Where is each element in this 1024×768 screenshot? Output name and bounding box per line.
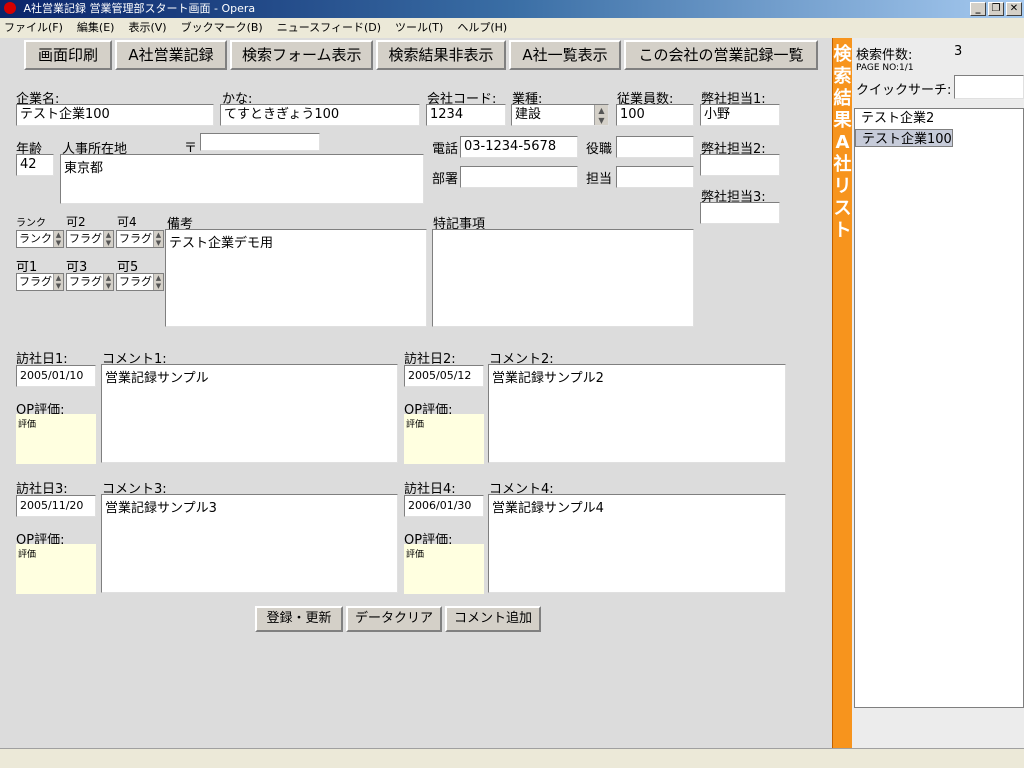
comment-2-field[interactable]: 営業記録サンプル2 xyxy=(488,364,786,463)
notes-field[interactable]: テスト企業デモ用 xyxy=(165,229,427,327)
result-item[interactable]: テスト企業100 xyxy=(855,129,953,147)
minimize-icon[interactable]: _ xyxy=(970,2,986,16)
visit-date-1-field[interactable]: 2005/01/10 xyxy=(16,365,96,387)
search-results-panel: 検索件数: 3 PAGE NO:1/1 クイックサーチ: テスト企業2 テスト企業… xyxy=(852,38,1024,748)
add-comment-button[interactable]: コメント追加 xyxy=(445,606,541,632)
visit-date-2-field[interactable]: 2005/05/12 xyxy=(404,365,484,387)
restore-icon[interactable]: ❐ xyxy=(988,2,1004,16)
result-count-value: 3 xyxy=(954,44,963,59)
page-number: PAGE NO:1/1 xyxy=(856,63,914,73)
special-notes-field[interactable] xyxy=(432,229,694,327)
contact-field[interactable] xyxy=(616,166,694,188)
visit-date-4-field[interactable]: 2006/01/30 xyxy=(404,495,484,517)
postal-code-field[interactable] xyxy=(200,133,320,151)
show-search-form-button[interactable]: 検索フォーム表示 xyxy=(230,40,373,70)
spinner-icon[interactable]: ▲ ▼ xyxy=(153,231,163,247)
menu-help[interactable]: ヘルプ(H) xyxy=(457,18,507,38)
vertical-results-title: 検索結果A社リスト xyxy=(833,44,852,241)
quick-search-input[interactable] xyxy=(954,75,1024,99)
dept-field[interactable] xyxy=(460,166,578,188)
menu-newsfeed[interactable]: ニュースフィード(D) xyxy=(277,18,381,38)
position-field[interactable] xyxy=(616,136,694,158)
comment-4-field[interactable]: 営業記録サンプル4 xyxy=(488,494,786,593)
save-update-button[interactable]: 登録・更新 xyxy=(255,606,343,632)
rep2-field[interactable] xyxy=(700,154,780,176)
window-title-bar: A社営業記録 営業管理部スタート画面 - Opera _ ❐ ✕ xyxy=(0,0,1024,18)
company-list-button[interactable]: A社一覧表示 xyxy=(509,40,621,70)
window-controls: _ ❐ ✕ xyxy=(970,2,1022,16)
rep1-field[interactable]: 小野 xyxy=(700,104,780,126)
ka2-select[interactable]: フラグ ▲ ▼ xyxy=(66,230,114,248)
rep3-field[interactable] xyxy=(700,202,780,224)
results-list: テスト企業2テスト企業100テスト企業1 xyxy=(854,108,1024,708)
age-field[interactable]: 42 xyxy=(16,154,54,176)
spinner-icon[interactable]: ▲ ▼ xyxy=(103,231,113,247)
ka4-select[interactable]: フラグ ▲ ▼ xyxy=(116,230,164,248)
records-button[interactable]: A社営業記録 xyxy=(115,40,227,70)
rank-select[interactable]: ランク ▲ ▼ xyxy=(16,230,64,248)
nav-toolbar: 画面印刷 A社営業記録 検索フォーム表示 検索結果非表示 A社一覧表示 この会社… xyxy=(24,40,821,70)
spinner-icon[interactable]: ▲ ▼ xyxy=(103,274,113,290)
kana-field[interactable]: てすときぎょう100 xyxy=(220,104,420,126)
industry-value: 建設 xyxy=(515,107,542,122)
results-toggle-bar[interactable]: 検索結果A社リスト xyxy=(832,38,852,748)
position-label: 役職 xyxy=(586,142,613,157)
ka1-select[interactable]: フラグ ▲ ▼ xyxy=(16,273,64,291)
result-item[interactable]: テスト企業2 xyxy=(855,109,1023,129)
menu-bar: ファイル(F) 編集(E) 表示(V) ブックマーク(B) ニュースフィード(D… xyxy=(0,18,1024,38)
menu-edit[interactable]: 編集(E) xyxy=(77,18,115,38)
close-icon[interactable]: ✕ xyxy=(1006,2,1022,16)
print-button[interactable]: 画面印刷 xyxy=(24,40,112,70)
employees-field[interactable]: 100 xyxy=(616,104,694,126)
comment-1-field[interactable]: 営業記録サンプル xyxy=(101,364,398,463)
result-count-label: 検索件数: xyxy=(856,48,913,63)
opera-logo-icon xyxy=(4,2,16,14)
window-title: A社営業記録 営業管理部スタート画面 - Opera xyxy=(23,2,256,15)
ka4-label: 可4 xyxy=(117,215,137,229)
address-field[interactable]: 東京都 xyxy=(60,154,424,204)
ka5-select[interactable]: フラグ ▲ ▼ xyxy=(116,273,164,291)
spinner-icon[interactable]: ▲ ▼ xyxy=(53,274,63,290)
spinner-icon[interactable]: ▲ ▼ xyxy=(153,274,163,290)
menu-view[interactable]: 表示(V) xyxy=(128,18,166,38)
hide-results-button[interactable]: 検索結果非表示 xyxy=(376,40,506,70)
menu-file[interactable]: ファイル(F) xyxy=(4,18,63,38)
quick-search-label: クイックサーチ: xyxy=(856,83,952,98)
rank-label: ランク xyxy=(16,218,46,229)
dept-label: 部署 xyxy=(432,172,459,187)
contact-label: 担当 xyxy=(586,172,613,187)
op-eval-2-field[interactable]: 評価 xyxy=(404,414,484,464)
company-code-field[interactable]: 1234 xyxy=(426,104,506,126)
visit-date-3-field[interactable]: 2005/11/20 xyxy=(16,495,96,517)
comment-3-field[interactable]: 営業記録サンプル3 xyxy=(101,494,398,593)
company-name-field[interactable]: テスト企業100 xyxy=(16,104,214,126)
clear-data-button[interactable]: データクリア xyxy=(346,606,442,632)
status-bar xyxy=(0,748,1024,768)
ka3-select[interactable]: フラグ ▲ ▼ xyxy=(66,273,114,291)
menu-tools[interactable]: ツール(T) xyxy=(395,18,443,38)
phone-field[interactable]: 03-1234-5678 xyxy=(460,136,578,158)
company-records-button[interactable]: この会社の営業記録一覧 xyxy=(624,40,818,70)
spinner-icon[interactable]: ▲ ▼ xyxy=(53,231,63,247)
ka2-label: 可2 xyxy=(66,215,86,229)
main-form-area: 画面印刷 A社営業記録 検索フォーム表示 検索結果非表示 A社一覧表示 この会社… xyxy=(0,38,832,748)
op-eval-4-field[interactable]: 評価 xyxy=(404,544,484,594)
spinner-icon[interactable]: ▲ ▼ xyxy=(594,105,608,125)
op-eval-1-field[interactable]: 評価 xyxy=(16,414,96,464)
op-eval-3-field[interactable]: 評価 xyxy=(16,544,96,594)
menu-bookmarks[interactable]: ブックマーク(B) xyxy=(181,18,263,38)
industry-select[interactable]: 建設 ▲ ▼ xyxy=(511,104,609,126)
phone-label: 電話 xyxy=(432,142,459,157)
